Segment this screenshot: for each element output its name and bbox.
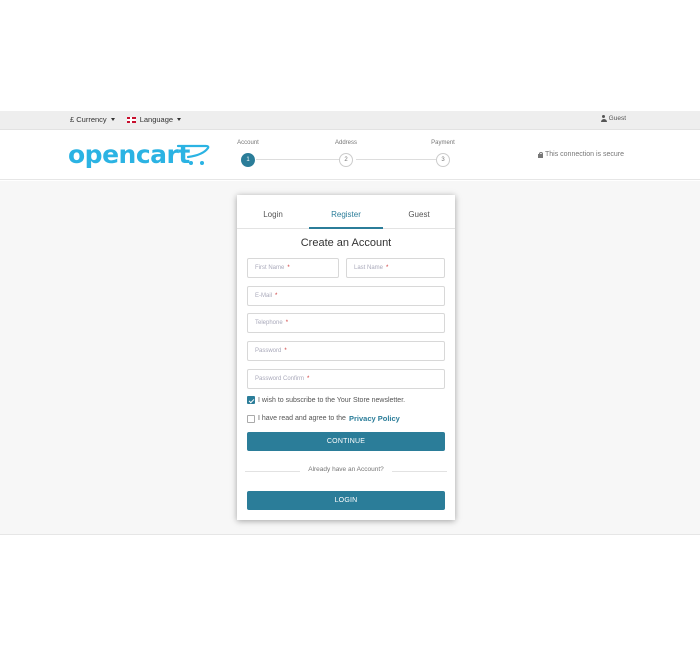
step-account: Account 1 [233, 140, 263, 167]
already-account-divider: Already have an Account? [245, 466, 447, 476]
opencart-logo[interactable]: opencart [68, 140, 210, 170]
password-field[interactable]: Password * [247, 341, 445, 361]
required-mark: * [284, 348, 287, 354]
active-tab-indicator [309, 227, 383, 229]
lock-icon [538, 151, 543, 158]
language-label: Language [139, 115, 174, 124]
step-number: 3 [436, 153, 450, 167]
step-number: 2 [339, 153, 353, 167]
privacy-checkbox[interactable] [247, 414, 255, 423]
email-placeholder: E-Mail [255, 293, 273, 299]
password-confirm-field[interactable]: Password Confirm * [247, 369, 445, 389]
privacy-policy-link[interactable]: Privacy Policy [349, 414, 400, 423]
chevron-down-icon [177, 118, 182, 121]
step-label: Payment [431, 140, 455, 146]
required-mark: * [307, 376, 310, 382]
register-card: Login Register Guest Create an Account F… [237, 195, 455, 520]
auth-tabs: Login Register Guest [237, 195, 455, 229]
login-button[interactable]: LOGIN [247, 491, 445, 510]
chevron-down-icon [110, 118, 115, 121]
step-payment: Payment 3 [428, 140, 458, 167]
user-menu[interactable]: Guest [600, 115, 626, 122]
checkout-steps: Account 1 Address 2 Payment 3 [236, 140, 456, 170]
secure-text: This connection is secure [545, 151, 624, 158]
divider-line [392, 471, 447, 472]
telephone-field[interactable]: Telephone * [247, 313, 445, 333]
divider-line [245, 471, 300, 472]
currency-label: £ Currency [70, 115, 107, 124]
agree-label: I have read and agree to the [258, 415, 346, 422]
required-mark: * [287, 265, 290, 271]
required-mark: * [285, 320, 289, 326]
step-connector [356, 159, 436, 160]
step-number: 1 [241, 153, 255, 167]
step-label: Address [334, 140, 357, 146]
first-name-placeholder: First Name [255, 265, 285, 271]
last-name-placeholder: Last Name [354, 265, 384, 271]
required-mark: * [275, 293, 278, 299]
checkout-page: £ Currency Language Guest opencart Accou… [0, 0, 700, 650]
language-dropdown[interactable]: Language [126, 115, 182, 124]
privacy-row: I have read and agree to the Privacy Pol… [247, 414, 400, 423]
tab-guest[interactable]: Guest [383, 210, 455, 219]
newsletter-label: I wish to subscribe to the Your Store ne… [258, 396, 406, 404]
newsletter-checkbox[interactable] [247, 396, 255, 404]
header: opencart Account 1 Address 2 Payment 3 T… [0, 130, 700, 180]
logo-text: opencart [68, 140, 190, 169]
continue-button[interactable]: CONTINUE [247, 432, 445, 451]
required-mark: * [386, 265, 389, 271]
cart-logo-icon [176, 144, 210, 165]
step-label: Account [237, 140, 259, 146]
password-confirm-placeholder: Password Confirm [255, 376, 305, 382]
user-label: Guest [608, 115, 626, 122]
already-account-text: Already have an Account? [308, 466, 384, 473]
secure-connection-notice: This connection is secure [538, 151, 624, 158]
password-placeholder: Password [255, 348, 282, 354]
last-name-field[interactable]: Last Name * [346, 258, 445, 278]
currency-dropdown[interactable]: £ Currency [70, 115, 115, 124]
user-icon [600, 115, 607, 122]
first-name-field[interactable]: First Name * [247, 258, 339, 278]
email-field[interactable]: E-Mail * [247, 286, 445, 306]
telephone-placeholder: Telephone [255, 320, 283, 326]
tab-register[interactable]: Register [310, 210, 382, 219]
step-address: Address 2 [331, 140, 361, 167]
form-title: Create an Account [300, 237, 392, 249]
top-bar: £ Currency Language Guest [0, 111, 700, 130]
newsletter-row: I wish to subscribe to the Your Store ne… [247, 396, 405, 404]
tab-login[interactable]: Login [237, 210, 309, 219]
uk-flag-icon [126, 116, 136, 123]
